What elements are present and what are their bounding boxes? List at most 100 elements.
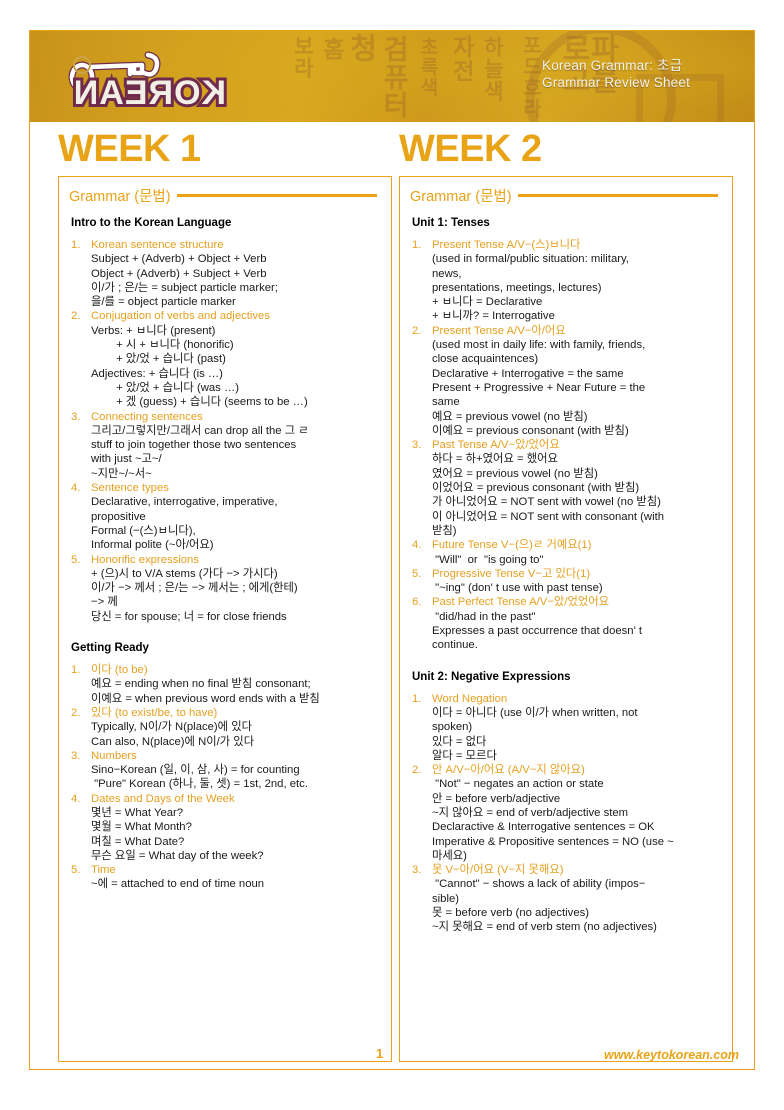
grammar-item-title: Time [91, 864, 116, 877]
week-2-panel-header: Grammar (문법) [410, 185, 722, 206]
grammar-item-line: stuff to join together those two sentenc… [91, 439, 297, 452]
grammar-item-line: close acquaintences) [432, 353, 539, 366]
grammar-item-number: 2. [71, 310, 81, 323]
grammar-item-line: (used in formal/public situation: milita… [432, 253, 629, 266]
grammar-item-number: 6. [412, 596, 422, 609]
grammar-item-line: "Cannot" − shows a lack of ability (impo… [432, 878, 646, 891]
grammar-item-line: + ㅂ니까? = Interrogative [432, 310, 555, 323]
grammar-item-line: 이었어요 = previous consonant (with 받침) [432, 482, 640, 495]
grammar-item-head: 5. Honorific expressions [71, 553, 381, 567]
grammar-item-number: 4. [412, 539, 422, 552]
grammar-item-line: news, [432, 267, 462, 280]
grammar-item-head: 1. 이다 (to be) [71, 663, 381, 677]
grammar-item-line: 당신 = for spouse; 너 = for close friends [91, 610, 287, 623]
section-heading: Unit 1: Tenses [412, 217, 490, 229]
grammar-item-title: Honorific expressions [91, 553, 199, 566]
grammar-item: 4. Future Tense V−(으)ㄹ 거예요(1) "Will" or "… [412, 538, 722, 567]
grammar-item-list: 1. 이다 (to be) 예요 = ending when no final 받침… [71, 663, 381, 892]
grammar-item-number: 1. [412, 239, 422, 251]
grammar-item-head: 4. Dates and Days of the Week [71, 792, 381, 806]
watermark-char-2: 홈 [318, 37, 345, 61]
grammar-item-title: Present Tense A/V−아/어요 [432, 324, 566, 337]
grammar-item-body: Declarative, interrogative, imperative, p… [91, 495, 381, 552]
grammar-item-line: "did/had in the past" [432, 610, 536, 623]
grammar-item-body: 몇년 = What Year? 몇월 = What Month? 며칠 = What… [91, 806, 381, 863]
grammar-item-head: 6. Past Perfect Tense A/V−았/었었어요 [412, 595, 722, 609]
grammar-item-line: (used most in daily life: with family, f… [432, 339, 646, 352]
grammar-item-head: 5. Progressive Tense V−고 있다(1) [412, 567, 722, 581]
grammar-item-body: "Will" or "is going to" [432, 553, 722, 567]
grammar-item-line: 을/를 = object particle marker [91, 296, 236, 309]
grammar-item-body: Subject + (Adverb) + Object + Verb Object… [91, 252, 381, 309]
grammar-item-line: "Not" − negates an action or state [432, 778, 604, 791]
grammar-item-body: 예요 = ending when no final 받침 consonant; 이… [91, 677, 381, 706]
grammar-item-line: 이다 = 아니다 (use 이/가 when written, not [432, 706, 638, 719]
grammar-item-number: 1. [412, 692, 422, 705]
grammar-item-body: 하다 = 하+였어요 = 했어요 였어요 = previous vowel (no… [432, 452, 722, 538]
grammar-item-line: propositive [91, 510, 146, 523]
week-1-panel: Grammar (문법) Intro to the Korean Languag… [58, 176, 392, 1062]
week-column-1: WEEK 1 Grammar (문법) Intro to the Korean … [58, 128, 392, 1062]
grammar-item-line: Can also, N(place)에 N이/가 있다 [91, 735, 255, 748]
grammar-item-line: 였어요 = previous vowel (no 받침) [432, 467, 598, 480]
grammar-item-line: with just ~고~/ [91, 453, 162, 466]
grammar-item-line: + (으)시 to V/A stems (가다 −> 가시다) [91, 567, 278, 580]
grammar-item-line: 무슨 요일 = What day of the week? [91, 849, 264, 862]
grammar-item: 4. Sentence types Declarative, interrogati… [71, 481, 381, 552]
watermark-char-1: 보라 [290, 35, 314, 79]
grammar-item-title: Numbers [91, 749, 137, 762]
week-2-panel-label: Grammar (문법) [410, 189, 512, 205]
grammar-item-line: "~ing" (don' t use with past tense) [432, 582, 603, 595]
footer-website-url[interactable]: www.keytokorean.com [604, 1048, 739, 1062]
grammar-item-title: Word Negation [432, 692, 508, 705]
grammar-item-head: 2. 있다 (to exist/be, to have) [71, 706, 381, 720]
grammar-item-head: 2. Conjugation of verbs and adjectives [71, 309, 381, 323]
grammar-item-title: Dates and Days of the Week [91, 792, 235, 805]
grammar-item-line: ~지 않아요 = end of verb/adjective stem [432, 806, 629, 819]
grammar-item-line: Declaractive & Interrogative sentences =… [432, 821, 655, 834]
section-heading: Intro to the Korean Language [71, 217, 232, 229]
grammar-item: 5. Honorific expressions + (으)시 to V/A ste… [71, 553, 381, 624]
grammar-item-line: 예요 = ending when no final 받침 consonant; [91, 678, 311, 691]
grammar-item-number: 2. [412, 324, 422, 337]
grammar-item-body: "Not" − negates an action or state 안 = be… [432, 777, 722, 863]
grammar-item-line: 그리고/그렇지만/그래서 can drop all the 그 ㄹ [91, 424, 309, 437]
page-root: 보라 홈 청 검퓨터 초록색 자전 하늘색 포드흐라 파블로고 KOREAN K… [0, 0, 784, 1110]
grammar-item: 1. Word Negation 이다 = 아니다 (use 이/가 when wr… [412, 692, 722, 763]
grammar-item-line: 가 아니었어요 = NOT sent with vowel (no 받침) [432, 496, 661, 509]
grammar-item: 3. 못 V−아/어요 (V−지 못해요) "Cannot" − shows a … [412, 863, 722, 934]
grammar-item-body: (used in formal/public situation: milita… [432, 252, 722, 323]
watermark-char-7: 하늘색 [480, 36, 504, 102]
grammar-item-line: 알다 = 모르다 [432, 749, 497, 762]
grammar-item: 1. 이다 (to be) 예요 = ending when no final 받침… [71, 663, 381, 706]
grammar-item-line: Typically, N이/가 N(place)에 있다 [91, 721, 252, 734]
grammar-item-line: "Pure" Korean (하나, 둘, 셋) = 1st, 2nd, etc… [91, 778, 308, 791]
site-logo[interactable]: KOREAN [60, 43, 270, 113]
watermark-char-3: 청 [344, 33, 377, 63]
grammar-item-head: 3. 못 V−아/어요 (V−지 못해요) [412, 863, 722, 877]
grammar-item-line: + 았/었 + 습니다 (past) [91, 353, 226, 366]
grammar-item-line: Object + (Adverb) + Subject + Verb [91, 267, 267, 280]
grammar-item-line: Present + Progressive + Near Future = th… [432, 381, 646, 394]
week-1-panel-label: Grammar (문법) [69, 189, 171, 205]
header-title-line-1: Korean Grammar: 초급 [542, 58, 683, 73]
grammar-item-title: 못 V−아/어요 (V−지 못해요) [432, 864, 564, 877]
grammar-item-line: + 았/었 + 습니다 (was …) [91, 381, 240, 394]
grammar-item-body: "did/had in the past" Expresses a past oc… [432, 610, 722, 653]
grammar-item-body: 이다 = 아니다 (use 이/가 when written, not spoke… [432, 706, 722, 763]
grammar-item-line: Subject + (Adverb) + Object + Verb [91, 253, 267, 266]
section-heading: Unit 2: Negative Expressions [412, 670, 571, 683]
header-title: Korean Grammar: 초급 Grammar Review Sheet [542, 57, 690, 91]
week-1-sections: Intro to the Korean Language 1. Korean sen… [69, 217, 381, 892]
grammar-item-title: Future Tense V−(으)ㄹ 거예요(1) [432, 539, 592, 552]
panel-header-rule [176, 194, 377, 197]
grammar-item: 3. Past Tense A/V−았/었어요 하다 = 하+였어요 = 했어요 였어… [412, 438, 722, 538]
week-2-panel: Grammar (문법) Unit 1: Tenses 1. Present Ten… [399, 176, 733, 1062]
grammar-item-number: 2. [412, 764, 422, 777]
grammar-item-title: Connecting sentences [91, 410, 203, 423]
grammar-item-line: 받침) [432, 524, 457, 537]
grammar-item-line: ~에 = attached to end of time noun [91, 878, 265, 891]
week-2-title: WEEK 2 [399, 128, 542, 170]
grammar-item-line: presentations, meetings, lectures) [432, 281, 602, 294]
grammar-item-line: + 시 + ㅂ니다 (honorific) [91, 339, 234, 352]
